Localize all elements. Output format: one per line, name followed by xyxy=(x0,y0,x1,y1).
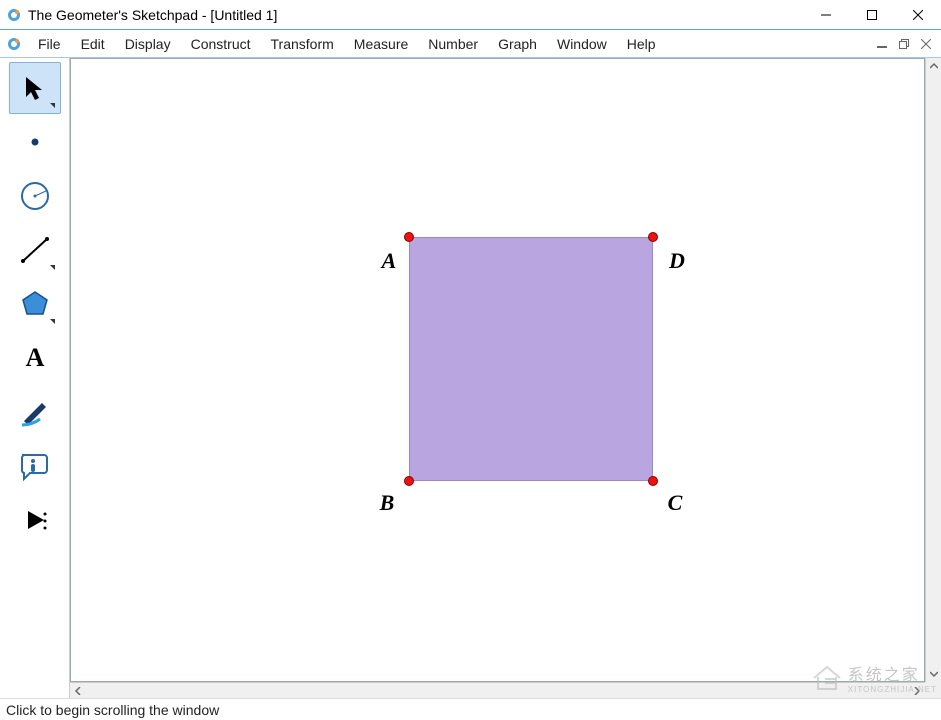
status-bar: Click to begin scrolling the window xyxy=(0,698,941,720)
menubar: File Edit Display Construct Transform Me… xyxy=(0,30,941,58)
menu-edit[interactable]: Edit xyxy=(71,32,115,56)
workspace: A A D B C xyxy=(0,58,941,698)
label-D[interactable]: D xyxy=(669,248,685,274)
compass-icon xyxy=(18,179,52,213)
maximize-button[interactable] xyxy=(849,0,895,30)
tool-text[interactable]: A xyxy=(9,332,61,384)
tool-palette: A xyxy=(0,58,70,698)
chevron-left-icon xyxy=(74,687,82,695)
tool-information[interactable] xyxy=(9,440,61,492)
text-icon: A xyxy=(20,343,50,373)
submenu-indicator-icon xyxy=(50,319,55,324)
polygon-icon xyxy=(18,287,52,321)
info-icon xyxy=(18,449,52,483)
tool-compass[interactable] xyxy=(9,170,61,222)
window-title: The Geometer's Sketchpad - [Untitled 1] xyxy=(28,7,277,23)
menu-help[interactable]: Help xyxy=(617,32,666,56)
menu-transform[interactable]: Transform xyxy=(261,32,344,56)
vertical-scrollbar[interactable] xyxy=(925,58,941,682)
point-B[interactable] xyxy=(404,476,414,486)
tool-polygon[interactable] xyxy=(9,278,61,330)
watermark-sub: XITONGZHIJIA.NET xyxy=(848,685,937,694)
submenu-indicator-icon xyxy=(50,265,55,270)
tool-selection-arrow[interactable] xyxy=(9,62,61,114)
titlebar: The Geometer's Sketchpad - [Untitled 1] xyxy=(0,0,941,30)
arrow-icon xyxy=(20,73,50,103)
label-B[interactable]: B xyxy=(380,490,395,516)
restore-icon xyxy=(899,39,909,49)
menu-measure[interactable]: Measure xyxy=(344,32,418,56)
minimize-button[interactable] xyxy=(803,0,849,30)
horizontal-scrollbar[interactable] xyxy=(70,682,925,698)
scroll-left-button[interactable] xyxy=(70,683,86,699)
status-text: Click to begin scrolling the window xyxy=(6,702,219,718)
point-D[interactable] xyxy=(648,232,658,242)
marker-icon xyxy=(18,395,52,429)
maximize-icon xyxy=(867,10,877,20)
submenu-indicator-icon xyxy=(50,103,55,108)
minimize-icon xyxy=(877,39,887,49)
menu-window[interactable]: Window xyxy=(547,32,617,56)
close-button[interactable] xyxy=(895,0,941,30)
tool-straightedge[interactable] xyxy=(9,224,61,276)
menu-graph[interactable]: Graph xyxy=(488,32,547,56)
child-restore-button[interactable] xyxy=(895,35,913,53)
canvas-area: A D B C xyxy=(70,58,941,698)
app-icon xyxy=(6,7,22,23)
close-icon xyxy=(921,39,931,49)
point-icon xyxy=(20,127,50,157)
line-icon xyxy=(18,233,52,267)
label-A[interactable]: A xyxy=(382,248,397,274)
tool-marker[interactable] xyxy=(9,386,61,438)
menu-file[interactable]: File xyxy=(28,32,71,56)
scrollbar-track[interactable] xyxy=(926,74,941,666)
tool-custom[interactable] xyxy=(9,494,61,546)
scrollbar-track[interactable] xyxy=(86,683,909,698)
label-C[interactable]: C xyxy=(668,490,683,516)
chevron-up-icon xyxy=(930,62,938,70)
menu-construct[interactable]: Construct xyxy=(181,32,261,56)
sketch-canvas[interactable]: A D B C xyxy=(70,58,925,682)
square-interior[interactable] xyxy=(409,237,653,481)
scroll-up-button[interactable] xyxy=(926,58,941,74)
watermark-text: 系统之家 xyxy=(848,661,937,685)
point-C[interactable] xyxy=(648,476,658,486)
menu-number[interactable]: Number xyxy=(418,32,488,56)
svg-text:A: A xyxy=(25,343,44,372)
tool-point[interactable] xyxy=(9,116,61,168)
close-icon xyxy=(913,10,923,20)
minimize-icon xyxy=(821,10,831,20)
doc-icon[interactable] xyxy=(6,36,22,52)
watermark: 系统之家 XITONGZHIJIA.NET xyxy=(812,661,937,694)
child-close-button[interactable] xyxy=(917,35,935,53)
menu-display[interactable]: Display xyxy=(115,32,181,56)
house-icon xyxy=(812,665,842,691)
child-minimize-button[interactable] xyxy=(873,35,891,53)
dots-icon xyxy=(42,511,52,531)
point-A[interactable] xyxy=(404,232,414,242)
